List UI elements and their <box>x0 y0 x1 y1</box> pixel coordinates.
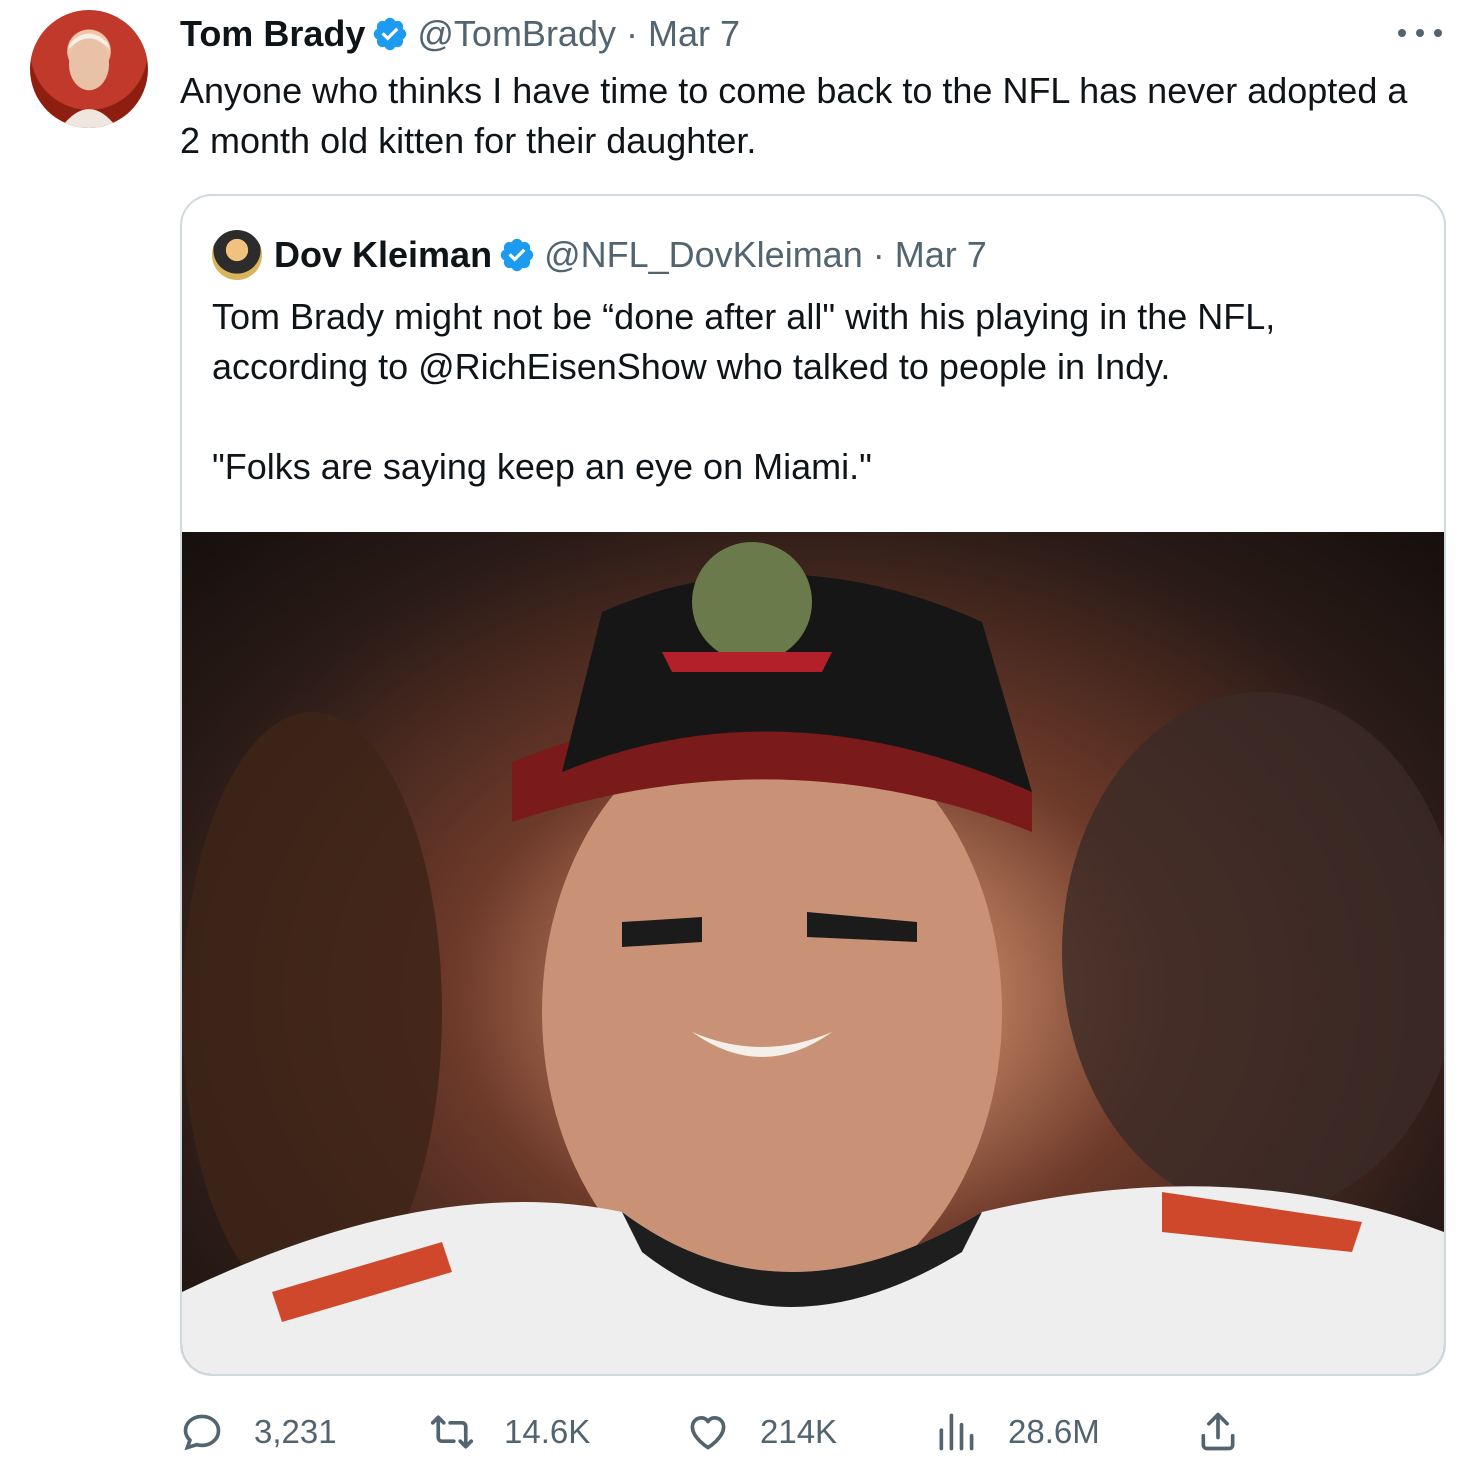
tweet-header: Tom Brady @TomBrady · Mar 7 <box>180 12 740 56</box>
quoted-tweet[interactable]: Dov Kleiman @NFL_DovKleiman · Mar 7 Tom … <box>180 194 1446 1376</box>
separator-dot: · <box>625 13 638 54</box>
action-bar: 3,231 14.6K 214K 28.6M <box>180 1404 1442 1460</box>
separator-dot: · <box>872 234 885 275</box>
more-dot <box>1398 29 1406 37</box>
quoted-tweet-header: Dov Kleiman @NFL_DovKleiman · Mar 7 <box>212 230 987 280</box>
quoted-avatar <box>212 230 262 280</box>
photo-image <box>182 542 1444 1374</box>
views-icon <box>939 1413 974 1451</box>
author-name[interactable]: Tom Brady <box>180 13 365 55</box>
like-icon <box>690 1416 726 1450</box>
share-icon <box>1201 1412 1235 1451</box>
reply-icon <box>183 1414 221 1451</box>
retweet-count: 14.6K <box>504 1413 591 1450</box>
tweet-date[interactable]: Mar 7 <box>648 13 740 55</box>
author-handle[interactable]: @TomBrady <box>417 13 616 55</box>
retweet-button[interactable]: 14.6K <box>430 1404 590 1460</box>
quoted-author-handle: @NFL_DovKleiman <box>544 234 863 275</box>
verified-badge-icon <box>500 238 534 272</box>
tweet-text: Anyone who thinks I have time to come ba… <box>180 70 1408 161</box>
more-dot <box>1434 29 1442 37</box>
quoted-text-paragraph: Tom Brady might not be “done after all" … <box>212 296 1276 387</box>
like-count: 214K <box>760 1413 838 1450</box>
views-button[interactable]: 28.6M <box>934 1404 1100 1460</box>
verified-badge-icon <box>374 17 407 51</box>
quoted-tweet-photo[interactable] <box>182 532 1444 1374</box>
more-dot <box>1416 29 1424 37</box>
like-button[interactable]: 214K <box>686 1404 837 1460</box>
retweet-icon <box>430 1415 474 1449</box>
quoted-text-paragraph: "Folks are saying keep an eye on Miami." <box>212 446 872 487</box>
avatar-image <box>60 33 118 128</box>
share-button[interactable] <box>1196 1404 1270 1460</box>
avatar[interactable] <box>30 10 148 128</box>
quoted-tweet-date: Mar 7 <box>894 234 987 275</box>
quoted-author-name: Dov Kleiman <box>274 234 493 275</box>
tweet[interactable]: Tom Brady @TomBrady · Mar 7 Anyone who t… <box>0 0 1460 1479</box>
reply-button[interactable]: 3,231 <box>180 1404 337 1460</box>
reply-count: 3,231 <box>254 1413 337 1450</box>
quoted-tweet-text: Tom Brady might not be “done after all" … <box>212 292 1412 492</box>
more-icon[interactable] <box>1398 18 1442 48</box>
views-count: 28.6M <box>1008 1413 1100 1450</box>
